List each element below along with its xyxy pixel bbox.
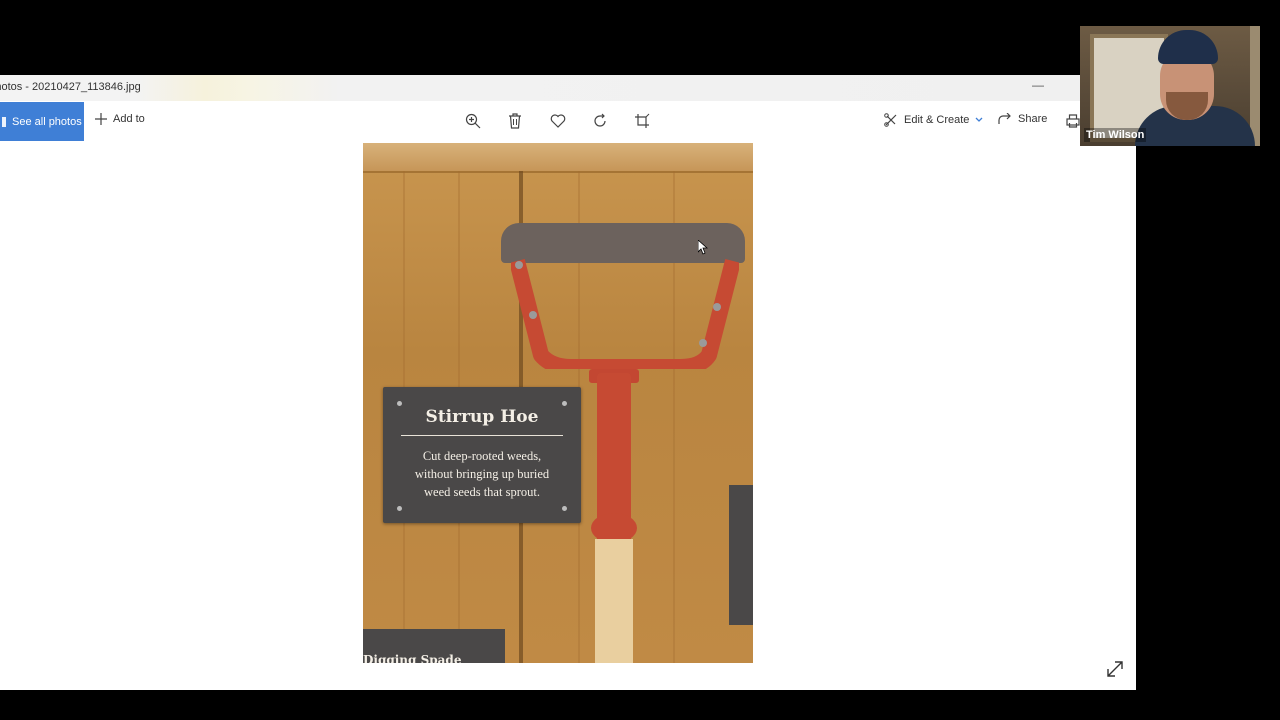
edit-create-button[interactable]: Edit & Create [884,113,983,127]
participant-name: Tim Wilson [1084,128,1147,142]
see-all-photos-button[interactable]: See all photos [0,102,84,141]
share-icon [998,113,1011,124]
expand-icon[interactable] [1106,660,1124,678]
sign-screw [562,506,567,511]
add-to-label: Add to [113,113,145,125]
sign-description-line: without bringing up buried [414,467,550,481]
wood-shelf [363,143,753,173]
sign-description: Cut deep-rooted weeds, without bringing … [397,447,567,501]
photos-app-window: Photos - 20210427_113846.jpg — See all p… [0,75,1136,690]
edit-create-icon [884,113,897,127]
share-button[interactable]: Share [998,113,1047,125]
delete-icon[interactable] [505,111,525,131]
sign-screw [397,401,402,406]
hoe-handle-wood [595,539,633,663]
plus-icon [95,113,107,125]
photo-viewer-image[interactable]: Stirrup Hoe Cut deep-rooted weeds, witho… [363,143,753,663]
chevron-down-icon [975,117,983,122]
digging-spade-sign: Digging Spade [363,629,505,663]
rotate-icon[interactable] [590,111,610,131]
digging-spade-label: Digging Spade [363,653,462,663]
sign-screw [562,401,567,406]
sign-description-line: Cut deep-rooted weeds, [422,449,542,463]
crop-icon[interactable] [632,111,652,131]
stirrup-hoe-sign: Stirrup Hoe Cut deep-rooted weeds, witho… [383,387,581,523]
sign-screw [397,506,402,511]
webcam-background-shelf [1250,26,1260,146]
hoe-frame [511,259,739,369]
title-bar: Photos - 20210427_113846.jpg — [0,75,1136,101]
add-to-button[interactable]: Add to [95,113,145,125]
share-label: Share [1018,113,1048,125]
mouse-cursor-icon [698,240,708,255]
webcam-video-tile: Tim Wilson [1080,26,1260,146]
minimize-button[interactable]: — [1032,78,1044,92]
heart-icon[interactable] [548,111,568,131]
edit-create-label: Edit & Create [904,114,970,126]
window-title: Photos - 20210427_113846.jpg [0,81,141,93]
sign-title: Stirrup Hoe [425,407,539,427]
zoom-in-icon[interactable] [463,111,483,131]
see-all-photos-label: See all photos [12,115,82,128]
sign-divider [401,435,563,436]
sign-description-line: weed seeds that sprout. [424,485,540,499]
partial-sign [729,485,753,625]
photos-icon [2,116,6,127]
toolbar: See all photos Add to Edit & Create Shar… [0,101,1136,143]
